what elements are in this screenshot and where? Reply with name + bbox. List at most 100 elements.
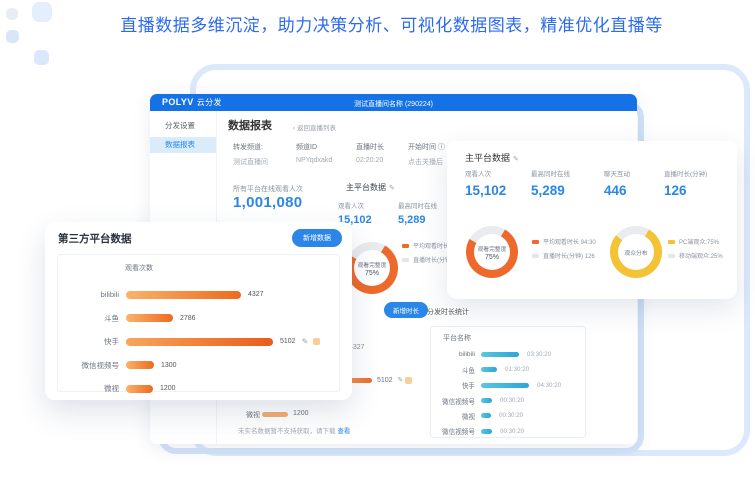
bar [481, 383, 529, 388]
chart-header: 平台名称 [443, 333, 471, 343]
legend-label: 平均观看时长 94:30 [543, 237, 596, 246]
thirdparty-chart-panel: 观看次数 bilibili 4327 斗鱼 2786 快手 5102 ✎ [57, 254, 340, 392]
sidebar-item-distribution-settings[interactable]: 分发设置 [150, 118, 216, 134]
row-value: 00:30:20 [500, 428, 524, 435]
row-value: 5102 [377, 377, 393, 384]
row-label: 快手 [58, 336, 126, 347]
info-value: 测试直播间 [233, 157, 268, 167]
fragment-bar [262, 412, 288, 417]
bar [481, 429, 492, 434]
row-value: 00:30:20 [499, 412, 523, 419]
audience-donut-chart: 观众分布 [610, 226, 662, 278]
chart-icon[interactable] [405, 377, 412, 384]
chart-row: 快手 5102 ✎ [58, 330, 339, 354]
row-value: 2786 [180, 315, 196, 322]
edit-icon[interactable]: ✎ [513, 156, 519, 163]
deco-dot [34, 50, 49, 65]
row-label: bilibili [58, 290, 126, 299]
donut-center: 观看完整度 75% [466, 226, 518, 278]
bar [126, 338, 273, 346]
edit-icon[interactable]: ✎ [302, 337, 309, 346]
chart-row: 快手 04:30:20 [431, 378, 585, 393]
donut-center-label: 观看完整度 [478, 244, 507, 253]
donut-center-value: 75% [365, 270, 379, 277]
audience-donut-legend: PC端观众:75% 移动端观众:25% [668, 237, 723, 260]
chart-row: bilibili 03:30:20 [431, 347, 585, 362]
info-value: 02:20:20 [356, 157, 384, 164]
add-data-button[interactable]: 新增数据 [292, 229, 342, 247]
chart-header: 观看次数 [125, 263, 153, 273]
row-value: 4327 [248, 291, 264, 298]
main-platform-section-title: 主平台数据✎ [346, 182, 395, 193]
bar [126, 314, 173, 322]
completion-donut-chart: 观看完整度 75% [346, 242, 398, 294]
row-value: 1200 [160, 385, 176, 392]
donut-center-label: 观众分布 [624, 248, 647, 257]
donut-center-label: 观看完整度 [358, 260, 387, 269]
stat-label: 最高同时在线 [398, 200, 437, 210]
section-title-text: 主平台数据 [346, 183, 386, 192]
stat-viewers: 观看人次 15,102 [465, 168, 506, 198]
stat-label: 直播时长(分钟) [664, 168, 707, 178]
fragment-bottom-label: 微视 [246, 410, 260, 420]
thirdparty-data-card: 第三方平台数据 新增数据 观看次数 bilibili 4327 斗鱼 2786 … [45, 222, 352, 400]
row-label: 斗鱼 [431, 365, 481, 375]
legend-swatch-gray [532, 254, 539, 258]
bar [481, 352, 519, 357]
bar [481, 398, 492, 403]
card-title: 第三方平台数据 [58, 231, 132, 246]
completion-donut-legend: 平均观看时长 94:30 直播时长(分钟) 126 [532, 237, 596, 260]
row-label: 快手 [431, 380, 481, 390]
info-label: 频道ID [296, 142, 332, 152]
info-label: 直播时长 [356, 142, 384, 152]
chart-row: 微视 00:30:20 [431, 408, 585, 423]
bar [126, 291, 241, 299]
back-link[interactable]: ‹ 返回直播列表 [293, 122, 336, 132]
stat-peak-online: 最高同时在线 5,289 [398, 200, 437, 226]
footnote-text: 未实名数据暂不支持获取，请下载 [238, 428, 336, 435]
legend-row: 移动端观众:25% [668, 251, 723, 260]
info-value: NPYqdxakd [296, 157, 332, 164]
total-viewers-value: 1,001,080 [233, 194, 302, 211]
stat-label: 聊天互动 [604, 168, 630, 178]
chart-row: 微信视频号 1300 [58, 354, 339, 378]
fragment-bar-row: 5102 ✎ [377, 376, 412, 384]
tab-duration-stats[interactable]: 分发时长统计 [427, 307, 469, 317]
info-start-time: 开始时间 ⓘ 点击关播后 [408, 142, 445, 167]
row-label: 微信视频号 [58, 360, 126, 371]
legend-swatch-yellow [668, 240, 675, 244]
duration-chart-rows: bilibili 03:30:20 斗鱼 01:30:20 快手 04:30:2… [431, 347, 585, 439]
info-label: 转发频道: [233, 142, 268, 152]
completion-donut-chart: 观看完整度 75% [466, 226, 518, 278]
info-label: 开始时间 ⓘ [408, 142, 445, 152]
bar [481, 413, 491, 418]
legend-row: PC端观众:75% [668, 237, 723, 246]
bar [481, 367, 497, 372]
info-channel: 转发频道: 测试直播间 [233, 142, 268, 167]
card-title-text: 主平台数据 [465, 153, 510, 163]
stat-value: 126 [664, 183, 707, 198]
view-link[interactable]: 查看 [337, 428, 350, 435]
row-label: 微信视频号 [431, 426, 481, 436]
info-value: 点击关播后 [408, 157, 445, 167]
legend-swatch-orange [402, 244, 409, 248]
stat-label: 观看人次 [338, 200, 372, 210]
card-title: 主平台数据✎ [465, 151, 519, 164]
row-label: 微信视频号 [431, 396, 481, 406]
legend-swatch-orange [532, 240, 539, 244]
stat-chat: 聊天互动 446 [604, 168, 630, 198]
row-value: 1300 [161, 362, 177, 369]
sidebar-item-data-report[interactable]: 数据报表 [150, 137, 216, 153]
edit-icon[interactable]: ✎ [398, 377, 404, 384]
row-value: 01:30:20 [505, 366, 529, 373]
row-value: 04:30:20 [537, 382, 561, 389]
chart-row: 微信视频号 00:30:20 [431, 393, 585, 408]
edit-icon[interactable]: ✎ [389, 185, 395, 192]
legend-swatch-gray [402, 258, 409, 262]
row-label: 微视 [58, 383, 126, 394]
chart-icon[interactable] [313, 338, 320, 345]
add-duration-button[interactable]: 新增时长 [384, 302, 428, 318]
stat-value: 446 [604, 183, 630, 198]
legend-label: PC端观众:75% [679, 237, 719, 246]
row-label: 微视 [431, 411, 481, 421]
